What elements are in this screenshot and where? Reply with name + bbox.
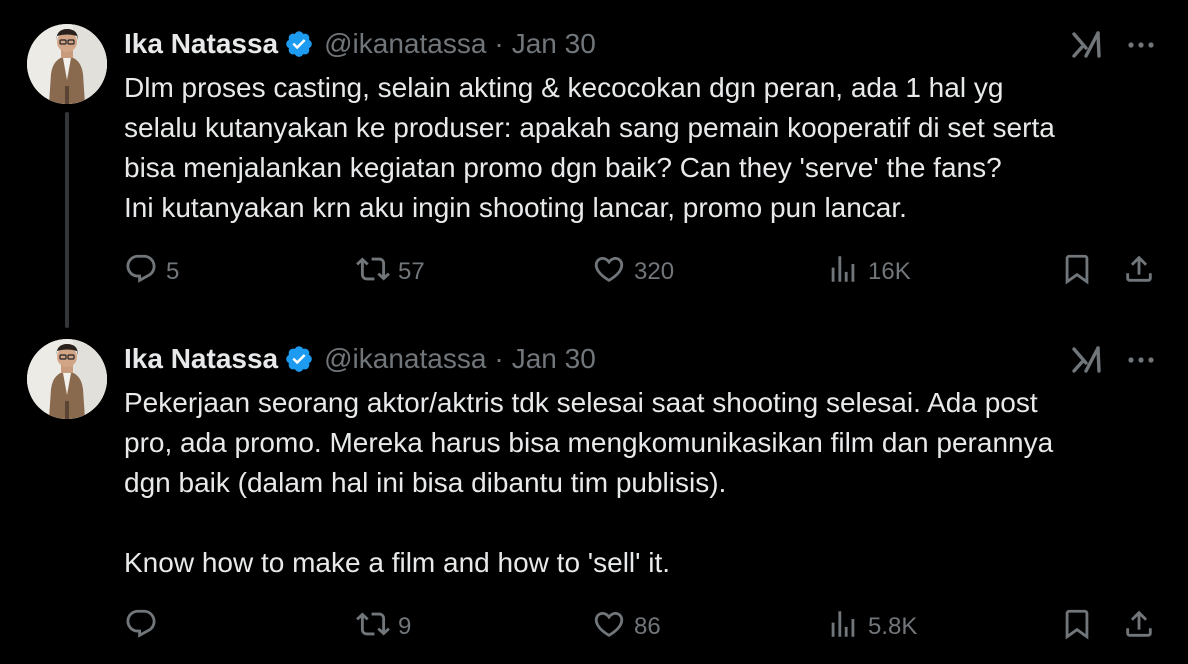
verified-badge-icon: [284, 29, 314, 59]
reply-icon: [124, 607, 158, 648]
tweet-actions: 5 57 320 16K: [0, 252, 1188, 292]
tweet-text-line: Pekerjaan seorang aktor/aktris tdk seles…: [124, 387, 1038, 418]
author-handle[interactable]: @ikanatassa: [324, 28, 486, 60]
avatar[interactable]: [27, 339, 107, 419]
tweet-text-line: pro, ada promo. Mereka harus bisa mengko…: [124, 427, 1054, 458]
repost-icon: [356, 252, 390, 293]
views-button[interactable]: 16K: [826, 252, 911, 292]
bookmark-button[interactable]: [1060, 252, 1094, 292]
repost-count: 9: [398, 613, 412, 640]
more-options-icon[interactable]: [1124, 28, 1158, 62]
share-button[interactable]: [1122, 252, 1156, 292]
grok-icon[interactable]: [1070, 28, 1104, 62]
like-button[interactable]: 86: [592, 607, 661, 647]
avatar[interactable]: [27, 24, 107, 104]
like-count: 320: [634, 258, 675, 285]
views-count: 16K: [868, 258, 911, 285]
bookmark-icon: [1060, 607, 1094, 648]
like-count: 86: [634, 613, 661, 640]
tweet-text: Pekerjaan seorang aktor/aktris tdk seles…: [124, 383, 1164, 583]
views-icon: [826, 607, 860, 648]
views-button[interactable]: 5.8K: [826, 607, 917, 647]
tweet-header: Ika Natassa @ikanatassa · Jan 30: [124, 339, 596, 379]
author-name[interactable]: Ika Natassa: [124, 28, 278, 60]
tweet-text-line: selalu kutanyakan ke produser: apakah sa…: [124, 112, 1055, 143]
views-icon: [826, 252, 860, 293]
grok-icon[interactable]: [1070, 343, 1104, 377]
tweet-header: Ika Natassa @ikanatassa · Jan 30: [124, 24, 596, 64]
share-button[interactable]: [1122, 607, 1156, 647]
more-options-icon[interactable]: [1124, 343, 1158, 377]
like-button[interactable]: 320: [592, 252, 674, 292]
repost-button[interactable]: 9: [356, 607, 411, 647]
tweet-text-line: bisa menjalankan kegiatan promo dgn baik…: [124, 152, 1002, 183]
tweet-text-line: [124, 503, 1164, 543]
tweet[interactable]: Ika Natassa @ikanatassa · Jan 30 Dlm pro…: [0, 0, 1188, 330]
share-icon: [1122, 252, 1156, 293]
tweet-text-line: Dlm proses casting, selain akting & keco…: [124, 72, 1004, 103]
bookmark-icon: [1060, 252, 1094, 293]
tweet-date[interactable]: Jan 30: [512, 28, 596, 60]
repost-icon: [356, 607, 390, 648]
reply-count: 5: [166, 258, 180, 285]
repost-button[interactable]: 57: [356, 252, 425, 292]
repost-count: 57: [398, 258, 425, 285]
tweet-text-line: Ini kutanyakan krn aku ingin shooting la…: [124, 192, 907, 223]
tweet-actions: 9 86 5.8K: [0, 607, 1188, 647]
tweet-text-line: Know how to make a film and how to 'sell…: [124, 547, 671, 578]
heart-icon: [592, 607, 626, 648]
author-name[interactable]: Ika Natassa: [124, 343, 278, 375]
reply-icon: [124, 252, 158, 293]
tweet-text-line: dgn baik (dalam hal ini bisa dibantu tim…: [124, 467, 727, 498]
reply-button[interactable]: 5: [124, 252, 179, 292]
tweet-text: Dlm proses casting, selain akting & keco…: [124, 68, 1164, 228]
bookmark-button[interactable]: [1060, 607, 1094, 647]
share-icon: [1122, 607, 1156, 648]
reply-button[interactable]: [124, 607, 166, 647]
tweet-date[interactable]: Jan 30: [512, 343, 596, 375]
author-handle[interactable]: @ikanatassa: [324, 343, 486, 375]
heart-icon: [592, 252, 626, 293]
separator-dot: ·: [494, 28, 504, 59]
views-count: 5.8K: [868, 613, 918, 640]
separator-dot: ·: [494, 343, 504, 374]
thread-connector: [65, 112, 69, 328]
verified-badge-icon: [284, 344, 314, 374]
tweet[interactable]: Ika Natassa @ikanatassa · Jan 30 Pekerja…: [0, 330, 1188, 664]
